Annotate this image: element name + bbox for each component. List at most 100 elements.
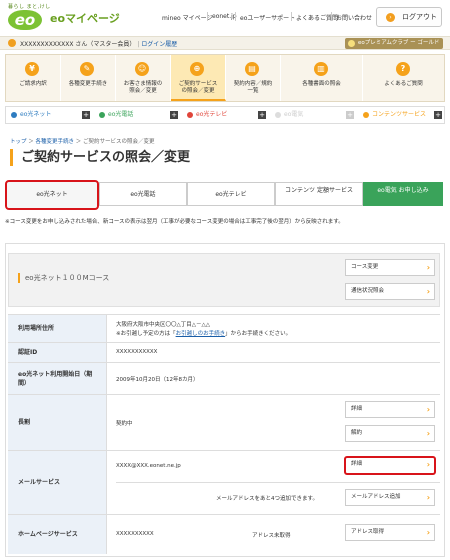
eo-logo[interactable]: eo (8, 10, 42, 30)
user-info: XXXXXXXXXXXXX さん（マスター会員） | ログイン履歴 (20, 41, 178, 48)
course-change-note: ※コース変更をお申し込みされた場合、新コースの表示は翌月（工事が必要なコース変更… (5, 219, 344, 225)
plus-icon[interactable]: + (82, 111, 90, 119)
main-nav-label: 契約内容／規約一覧 (233, 81, 273, 94)
main-nav-contract-services[interactable]: ⊕ ご契約サービスの照会／変更 (171, 55, 226, 101)
main-nav-changes[interactable]: ✎ 各種変更手続き (61, 55, 116, 101)
row-address: 利用場所住所 大阪府大阪市中央区〇〇△丁目△－△△ ※お引越し予定の方は「お引越… (8, 314, 440, 342)
phone-icon (99, 112, 105, 118)
plus-icon[interactable]: + (258, 111, 266, 119)
tab-eo-tv[interactable]: eo光テレビ (187, 182, 275, 206)
site-title[interactable]: eoマイページ (50, 10, 120, 26)
service-label: eo光電話 (108, 111, 134, 118)
nav-contact[interactable]: お問い合わせ (336, 13, 372, 22)
tab-contents[interactable]: コンテンツ 定額サービス (275, 182, 363, 206)
nav-eo-user-support[interactable]: eoユーザーサポート (240, 13, 295, 22)
divider (331, 12, 332, 21)
main-nav-label: 各種変更手続き (68, 81, 108, 87)
user-name: XXXXXXXXXXXXX さん（マスター会員） (20, 41, 136, 48)
address-note: ※お引越し予定の方は「お引越しのお手続き」からお手続きください。 (116, 331, 292, 337)
login-history-link[interactable]: ログイン履歴 (141, 41, 177, 48)
chevron-right-icon: › (426, 287, 430, 296)
service-label: コンテンツサービス (372, 111, 427, 118)
mail-detail-button[interactable]: 詳細 › (344, 456, 436, 475)
button-label: 詳細 (351, 461, 363, 467)
tv-icon (187, 112, 193, 118)
mail-add-button[interactable]: メールアドレス追加 › (345, 489, 435, 506)
divider (291, 12, 292, 21)
row-label: 利用場所住所 (8, 315, 107, 342)
electric-icon (275, 112, 281, 118)
plus-icon[interactable]: + (346, 111, 354, 119)
button-label: 詳細 (351, 406, 363, 412)
main-nav: ¥ ご請求内訳 ✎ 各種変更手続き ☺ お客さま情報の照会／変更 ⊕ ご契約サー… (5, 54, 445, 102)
main-nav-documents[interactable]: ▥ 各種書面の照会 (281, 55, 363, 101)
service-eo-net[interactable]: eo光ネット + (6, 107, 94, 123)
logo-tagline: 暮らし まと,けし (8, 4, 51, 10)
nav-mineo-mypage[interactable]: mineo マイページ (162, 13, 212, 22)
button-label: コース変更 (351, 264, 379, 270)
service-label: eo光テレビ (196, 111, 228, 118)
chevron-right-icon: › (426, 263, 430, 272)
chevron-right-icon: › (426, 460, 430, 469)
plan-name: eo光ネット１００Mコース (18, 273, 109, 283)
breadcrumb-top[interactable]: トップ (10, 139, 27, 145)
service-icon: ⊕ (190, 62, 204, 76)
main-nav-label: 各種書面の照会 (302, 81, 341, 87)
question-icon: ? (396, 62, 410, 76)
divider (116, 482, 440, 483)
row-auth-id: 認証ID XXXXXXXXXXX (8, 342, 440, 362)
main-nav-label: お客さま情報の照会／変更 (123, 81, 163, 94)
row-label: eo光ネット利用開始日（期間） (8, 363, 107, 394)
documents-icon: ▥ (314, 62, 328, 76)
divider (235, 12, 236, 21)
plus-icon[interactable]: + (170, 111, 178, 119)
button-label: アドレス取得 (351, 529, 385, 535)
document-icon: ▤ (245, 62, 259, 76)
breadcrumb-step[interactable]: 各種変更手続き (36, 139, 75, 145)
button-label: 通信状況照会 (351, 288, 385, 294)
discount-detail-button[interactable]: 詳細 › (345, 401, 435, 418)
row-label: 長割 (8, 395, 107, 450)
plus-icon[interactable]: + (434, 111, 442, 119)
tab-eo-electric-apply[interactable]: eo電気 お申し込み (363, 182, 443, 206)
address-value: 大阪府大阪市中央区〇〇△丁目△－△△ (116, 322, 210, 328)
main-nav-contract-terms[interactable]: ▤ 契約内容／規約一覧 (226, 55, 281, 101)
homepage-value: XXXXXXXXXX (116, 531, 154, 537)
logout-icon: › (386, 13, 395, 22)
main-nav-customer-info[interactable]: ☺ お客さま情報の照会／変更 (116, 55, 171, 101)
row-label: 認証ID (8, 343, 107, 362)
main-nav-faq[interactable]: ? よくあるご質問 (363, 55, 444, 101)
premium-club-badge[interactable]: eoプレミアムクラブ ー ゴールド (345, 38, 443, 49)
chevron-right-icon: › (426, 429, 430, 438)
breadcrumb: トップ ＞ 各種変更手続き ＞ ご契約サービスの照会／変更 (10, 139, 155, 145)
service-label: eo電気 (284, 111, 304, 118)
course-change-button[interactable]: コース変更 › (345, 259, 435, 276)
moving-procedure-link[interactable]: お引越しのお手続き (176, 331, 226, 337)
user-icon (8, 39, 16, 47)
service-label: eo光ネット (20, 111, 52, 118)
nav-eonet[interactable]: eonet.jp (212, 13, 237, 20)
service-eo-tv[interactable]: eo光テレビ + (182, 107, 270, 123)
service-eo-phone[interactable]: eo光電話 + (94, 107, 182, 123)
tab-eo-phone[interactable]: eo光電話 (99, 182, 187, 206)
breadcrumb-current: ご契約サービスの照会／変更 (83, 139, 155, 145)
chevron-right-icon: › (426, 528, 430, 537)
row-start-date: eo光ネット利用開始日（期間） 2009年10月20日（12年8カ月） (8, 362, 440, 394)
service-tabs: eo光ネット eo光電話 eo光テレビ コンテンツ 定額サービス eo電気 お申… (5, 180, 445, 210)
row-label: ホームページサービス (8, 515, 107, 554)
tab-eo-net[interactable]: eo光ネット (5, 180, 99, 210)
discount-cancel-button[interactable]: 解約 › (345, 425, 435, 442)
divider (207, 12, 208, 21)
discount-status: 契約中 (116, 421, 133, 427)
homepage-status: アドレス未取得 (252, 533, 291, 539)
service-eo-electric[interactable]: eo電気 + (270, 107, 358, 123)
premium-icon (348, 40, 355, 47)
main-nav-label: よくあるご質問 (384, 81, 423, 87)
main-nav-label: ご契約サービスの照会／変更 (178, 81, 218, 94)
pencil-icon: ✎ (80, 62, 94, 76)
speed-check-button[interactable]: 通信状況照会 › (345, 283, 435, 300)
address-get-button[interactable]: アドレス取得 › (345, 524, 435, 541)
main-nav-billing[interactable]: ¥ ご請求内訳 (6, 55, 61, 101)
logout-button[interactable]: › ログアウト (376, 7, 442, 27)
service-contents[interactable]: コンテンツサービス + (358, 107, 446, 123)
